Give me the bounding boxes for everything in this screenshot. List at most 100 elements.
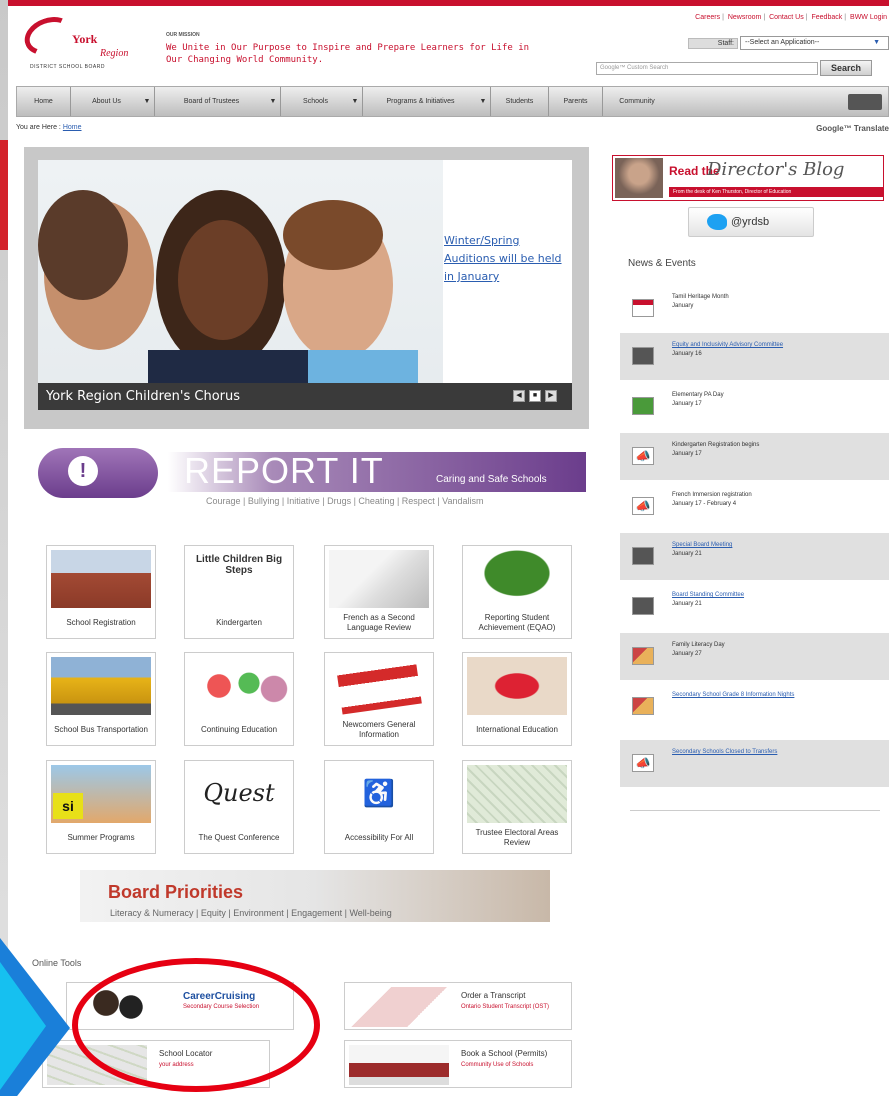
news-title[interactable]: Equity and Inclusivity Advisory Committe… — [672, 341, 884, 349]
tile-label: International Education — [476, 725, 558, 734]
report-it-tagline: Courage | Bullying | Initiative | Drugs … — [206, 496, 484, 506]
name-tag-icon — [336, 657, 422, 715]
tile-label: Continuing Education — [200, 725, 278, 734]
report-it-title: REPORT IT — [184, 450, 384, 491]
pause-slide-icon[interactable]: ■ — [529, 390, 541, 402]
tile-label: Accessibility For All — [344, 833, 414, 842]
google-translate[interactable]: Google™ Translate — [816, 124, 889, 133]
hero-announcement-link[interactable]: Winter/Spring Auditions will be held in … — [444, 232, 569, 286]
link-newsroom[interactable]: Newsroom — [726, 14, 763, 21]
news-item[interactable]: 📣 Secondary Schools Closed to Transfers — [620, 740, 889, 787]
meeting-icon — [632, 597, 654, 615]
tile-reporting-achievement[interactable]: Reporting Student Achievement (EQAO) — [462, 545, 572, 639]
application-select-value: --Select an Application-- — [745, 39, 820, 46]
nav-schools[interactable]: Schools ▼ — [281, 87, 363, 116]
child-hair — [283, 200, 383, 270]
news-item[interactable]: Board Standing Committee January 21 — [620, 583, 889, 630]
next-slide-icon[interactable]: ▶ — [545, 390, 557, 402]
breadcrumb-home[interactable]: Home — [63, 124, 82, 131]
tool-title: Book a School (Permits) — [461, 1049, 548, 1058]
search-button[interactable]: Search — [820, 60, 872, 76]
tile-trustee-electoral[interactable]: Trustee Electoral Areas Review — [462, 760, 572, 854]
news-item[interactable]: Tamil Heritage Month January — [620, 285, 889, 332]
report-it-banner[interactable]: ! REPORT IT Caring and Safe Schools Cour… — [38, 446, 586, 516]
news-title[interactable]: Secondary School Grade 8 Information Nig… — [672, 691, 884, 699]
clipboard-icon — [329, 550, 429, 608]
speech-bubble-icon: ! — [38, 448, 158, 498]
tool-order-transcript[interactable]: Order a Transcript Ontario Student Trans… — [344, 982, 572, 1030]
tile-french-review[interactable]: French as a Second Language Review — [324, 545, 434, 639]
tile-school-bus[interactable]: School Bus Transportation — [46, 652, 156, 746]
tile-label: School Bus Transportation — [54, 725, 148, 734]
nav-parents[interactable]: Parents — [549, 87, 603, 116]
nav-board-of-trustees[interactable]: Board of Trustees ▼ — [155, 87, 281, 116]
print-email-icons[interactable] — [848, 94, 882, 110]
nav-label: About Us — [92, 98, 121, 105]
nav-label: Students — [505, 98, 534, 105]
news-item[interactable]: 📣 Kindergarten Registration begins Janua… — [620, 433, 889, 480]
tile-quest-conference[interactable]: Quest The Quest Conference — [184, 760, 294, 854]
news-date: January — [672, 303, 694, 309]
tile-school-registration[interactable]: School Registration — [46, 545, 156, 639]
news-item[interactable]: Elementary PA Day January 17 — [620, 383, 889, 430]
link-feedback[interactable]: Feedback — [810, 14, 845, 21]
news-item[interactable]: 📣 French Immersion registration January … — [620, 483, 889, 530]
news-title: French Immersion registration — [672, 492, 752, 498]
news-date: January 16 — [672, 351, 702, 357]
transcript-icon — [349, 987, 449, 1027]
meeting-icon — [632, 347, 654, 365]
news-title[interactable]: Secondary Schools Closed to Transfers — [672, 748, 884, 756]
nav-programs[interactable]: Programs & Initiatives ▼ — [363, 87, 491, 116]
nav-community[interactable]: Community — [603, 87, 671, 116]
tile-label: French as a Second Language Review — [343, 613, 415, 632]
news-item[interactable]: Equity and Inclusivity Advisory Committe… — [620, 333, 889, 380]
quest-logo: Quest — [203, 779, 275, 807]
link-careers[interactable]: Careers — [693, 14, 722, 21]
dropdown-arrow-icon[interactable]: ▼ — [266, 87, 280, 116]
little-children-logo: Little Children Big Steps — [195, 554, 283, 576]
logo-york: York — [72, 32, 98, 46]
news-title[interactable]: Special Board Meeting — [672, 541, 884, 549]
tile-newcomers[interactable]: Newcomers General Information — [324, 652, 434, 746]
book-icon — [632, 397, 654, 415]
news-title[interactable]: Board Standing Committee — [672, 591, 884, 599]
yrdsb-logo[interactable]: York Region DISTRICT SCHOOL BOARD — [19, 10, 154, 74]
tile-accessibility[interactable]: ♿ Accessibility For All — [324, 760, 434, 854]
news-title: Tamil Heritage Month — [672, 294, 729, 300]
application-select[interactable]: --Select an Application-- ▼ — [740, 36, 889, 50]
twitter-button[interactable]: @yrdsb — [688, 207, 814, 237]
tile-label: Kindergarten — [216, 618, 262, 627]
tile-international-education[interactable]: International Education — [462, 652, 572, 746]
nav-label: Board of Trustees — [183, 98, 240, 105]
hero-caption: York Region Children's Chorus — [38, 383, 572, 410]
tool-book-a-school[interactable]: Book a School (Permits) Community Use of… — [344, 1040, 572, 1088]
prev-slide-icon[interactable]: ◀ — [513, 390, 525, 402]
dropdown-arrow-icon[interactable]: ▼ — [476, 87, 490, 116]
dropdown-arrow-icon[interactable]: ▼ — [140, 87, 154, 116]
school-permit-icon — [349, 1045, 449, 1085]
news-item[interactable]: Special Board Meeting January 21 — [620, 533, 889, 580]
news-divider — [630, 810, 880, 811]
news-title: Elementary PA Day — [672, 392, 724, 398]
link-contact[interactable]: Contact Us — [767, 14, 806, 21]
nav-home[interactable]: Home — [17, 87, 71, 116]
breadcrumb-prefix: You are Here : — [16, 124, 61, 131]
dropdown-arrow-icon[interactable]: ▼ — [348, 87, 362, 116]
link-bww-login[interactable]: BWW Login — [848, 14, 889, 21]
nav-about-us[interactable]: About Us ▼ — [71, 87, 155, 116]
search-input[interactable]: Google™ Custom Search — [596, 62, 818, 75]
news-item[interactable]: Secondary School Grade 8 Information Nig… — [620, 683, 889, 730]
tile-continuing-education[interactable]: Continuing Education — [184, 652, 294, 746]
tile-summer-programs[interactable]: si Summer Programs — [46, 760, 156, 854]
blog-title: Director's Blog — [707, 159, 845, 180]
si-logo: si — [53, 793, 83, 819]
tile-kindergarten[interactable]: Little Children Big Steps Kindergarten — [184, 545, 294, 639]
directors-blog-banner[interactable]: Read the Director's Blog From the desk o… — [612, 155, 884, 201]
map-icon — [467, 765, 567, 823]
board-priorities-banner[interactable]: Board Priorities Literacy & Numeracy | E… — [80, 870, 550, 922]
twitter-bird-icon — [707, 214, 727, 230]
news-item[interactable]: Family Literacy Day January 27 — [620, 633, 889, 680]
megaphone-icon: 📣 — [632, 447, 654, 465]
news-date: January 17 — [672, 401, 702, 407]
nav-students[interactable]: Students — [491, 87, 549, 116]
